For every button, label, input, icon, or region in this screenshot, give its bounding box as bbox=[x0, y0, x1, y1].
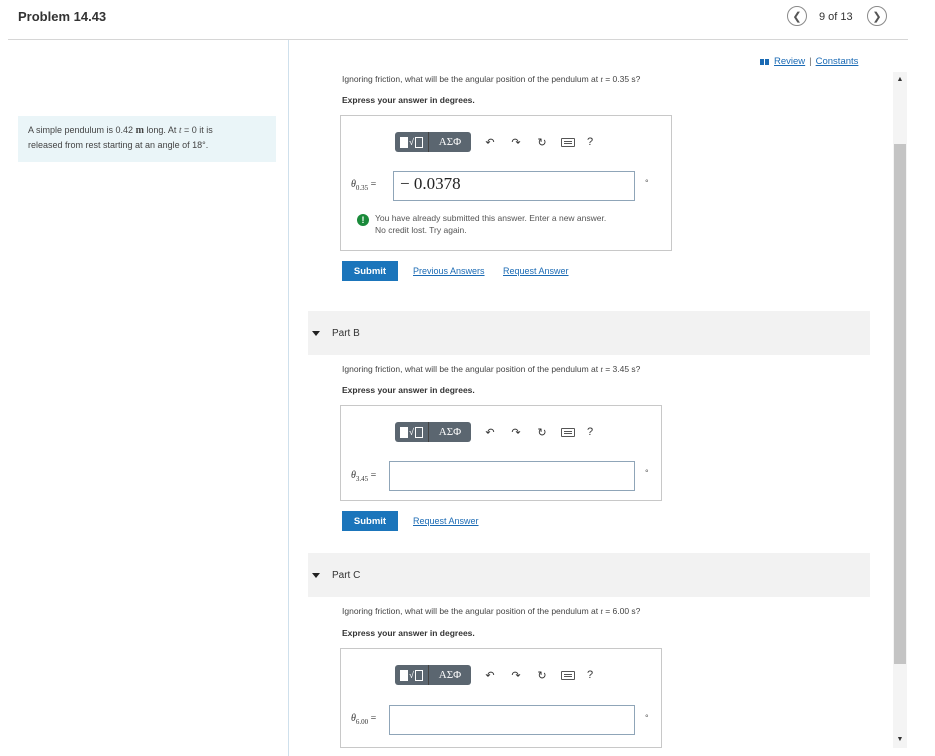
keyboard-icon[interactable] bbox=[561, 427, 575, 437]
collapse-triangle-icon bbox=[312, 572, 320, 578]
partC-question: Ignoring friction, what will be the angu… bbox=[342, 606, 641, 616]
chevron-right-icon: ❯ bbox=[872, 10, 882, 23]
partC-toolbar: √ ΑΣΦ ↶ ↷ ↻ ? bbox=[395, 665, 593, 685]
partB-header[interactable]: Part B bbox=[308, 311, 870, 355]
partA-answer-box: √ ΑΣΦ ↶ ↷ ↻ ? θ0.35 = − 0.0378 ° ! You h… bbox=[340, 115, 672, 251]
partA-question: Ignoring friction, what will be the angu… bbox=[342, 74, 641, 84]
greek-symbols-button[interactable]: ΑΣΦ bbox=[429, 132, 471, 152]
next-problem-button[interactable]: ❯ bbox=[867, 6, 887, 26]
reset-icon[interactable]: ↻ bbox=[535, 426, 549, 439]
partA-answer-input[interactable]: − 0.0378 bbox=[393, 171, 635, 201]
help-button[interactable]: ? bbox=[587, 136, 593, 148]
root-template-icon: √ bbox=[409, 670, 414, 680]
fraction-template-icon bbox=[400, 669, 409, 681]
partA-label: θ0.35 = bbox=[351, 179, 377, 192]
templates-button[interactable]: √ bbox=[395, 422, 429, 442]
undo-icon[interactable]: ↶ bbox=[483, 136, 497, 149]
undo-icon[interactable]: ↶ bbox=[483, 669, 497, 682]
problem-statement: A simple pendulum is 0.42 m long. At t =… bbox=[18, 116, 276, 162]
partB-answer-input[interactable] bbox=[389, 461, 635, 491]
page-counter: 9 of 13 bbox=[819, 11, 853, 23]
review-link[interactable]: Review bbox=[774, 56, 805, 67]
partC-answer-input[interactable] bbox=[389, 705, 635, 735]
partA-warning: ! You have already submitted this answer… bbox=[357, 212, 606, 236]
constants-link[interactable]: Constants bbox=[816, 56, 859, 67]
templates-button[interactable]: √ bbox=[395, 665, 429, 685]
book-icon bbox=[760, 58, 770, 65]
partB-request-answer-link[interactable]: Request Answer bbox=[413, 516, 479, 526]
redo-icon[interactable]: ↷ bbox=[509, 136, 523, 149]
help-button[interactable]: ? bbox=[587, 669, 593, 681]
collapse-triangle-icon bbox=[312, 330, 320, 336]
undo-icon[interactable]: ↶ bbox=[483, 426, 497, 439]
review-links: Review | Constants bbox=[760, 56, 858, 67]
partB-instruction: Express your answer in degrees. bbox=[342, 385, 475, 395]
chevron-left-icon: ❮ bbox=[792, 10, 802, 23]
partC-answer-box: √ ΑΣΦ ↶ ↷ ↻ ? θ6.00 = ° bbox=[340, 648, 662, 748]
redo-icon[interactable]: ↷ bbox=[509, 669, 523, 682]
scroll-up-arrow-icon[interactable]: ▲ bbox=[893, 76, 907, 83]
column-divider bbox=[288, 40, 289, 756]
partA-toolbar: √ ΑΣΦ ↶ ↷ ↻ ? bbox=[395, 132, 593, 152]
partC-unit: ° bbox=[645, 713, 649, 723]
partC-instruction: Express your answer in degrees. bbox=[342, 628, 475, 638]
root-template-icon: √ bbox=[409, 137, 414, 147]
reset-icon[interactable]: ↻ bbox=[535, 669, 549, 682]
header-divider bbox=[8, 39, 908, 40]
help-button[interactable]: ? bbox=[587, 426, 593, 438]
partB-label: θ3.45 = bbox=[351, 470, 377, 483]
scroll-down-arrow-icon[interactable]: ▼ bbox=[893, 736, 907, 743]
partB-answer-box: √ ΑΣΦ ↶ ↷ ↻ ? θ3.45 = ° bbox=[340, 405, 662, 501]
previous-answers-link[interactable]: Previous Answers bbox=[413, 266, 485, 276]
partC-label: θ6.00 = bbox=[351, 713, 377, 726]
partA-submit-button[interactable]: Submit bbox=[342, 261, 398, 281]
fraction-template-icon bbox=[400, 426, 409, 438]
partC-header[interactable]: Part C bbox=[308, 553, 870, 597]
reset-icon[interactable]: ↻ bbox=[535, 136, 549, 149]
partA-request-answer-link[interactable]: Request Answer bbox=[503, 266, 569, 276]
partB-toolbar: √ ΑΣΦ ↶ ↷ ↻ ? bbox=[395, 422, 593, 442]
partB-unit: ° bbox=[645, 468, 649, 478]
greek-symbols-button[interactable]: ΑΣΦ bbox=[429, 422, 471, 442]
prev-problem-button[interactable]: ❮ bbox=[787, 6, 807, 26]
problem-title: Problem 14.43 bbox=[18, 9, 107, 24]
fraction-template-icon bbox=[400, 136, 409, 148]
partA-unit: ° bbox=[645, 178, 649, 188]
root-template-icon: √ bbox=[409, 427, 414, 437]
partB-question: Ignoring friction, what will be the angu… bbox=[342, 364, 641, 374]
scrollbar-thumb[interactable] bbox=[894, 144, 906, 664]
partA-instruction: Express your answer in degrees. bbox=[342, 95, 475, 105]
keyboard-icon[interactable] bbox=[561, 137, 575, 147]
partB-submit-button[interactable]: Submit bbox=[342, 511, 398, 531]
exclamation-icon: ! bbox=[357, 214, 369, 226]
greek-symbols-button[interactable]: ΑΣΦ bbox=[429, 665, 471, 685]
templates-button[interactable]: √ bbox=[395, 132, 429, 152]
redo-icon[interactable]: ↷ bbox=[509, 426, 523, 439]
keyboard-icon[interactable] bbox=[561, 670, 575, 680]
